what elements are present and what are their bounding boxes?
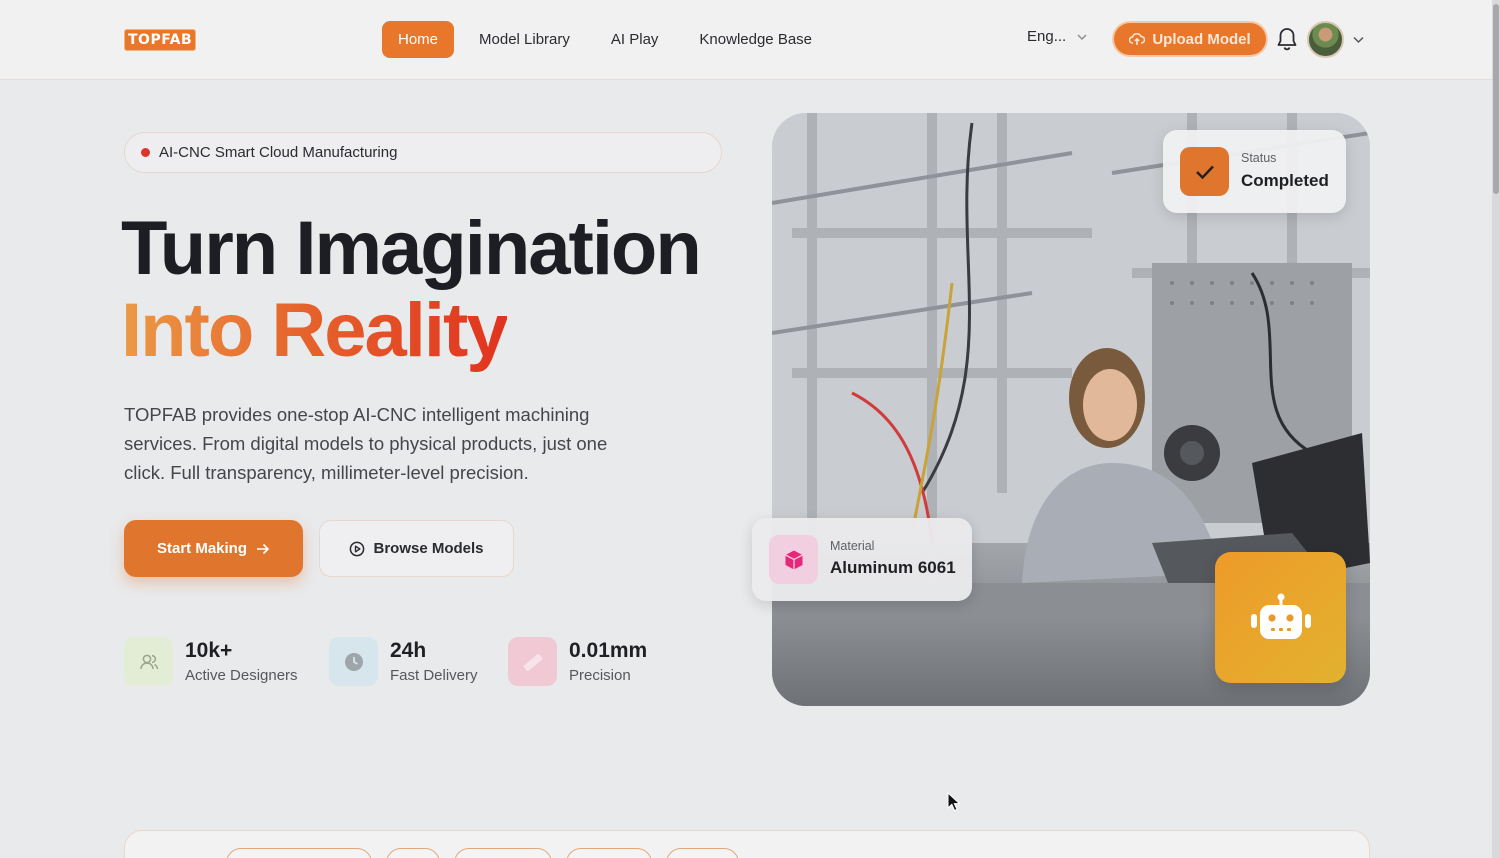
cloud-upload-icon — [1129, 32, 1146, 45]
nav-model-library[interactable]: Model Library — [463, 21, 586, 58]
status-label: Status — [1241, 151, 1277, 165]
clock-icon — [344, 652, 363, 671]
filter-pill[interactable] — [566, 848, 652, 858]
upload-model-button[interactable]: Upload Model — [1114, 23, 1266, 55]
stat-icon-box — [329, 637, 378, 686]
material-label: Material — [830, 539, 875, 553]
stat-delivery: 24h Fast Delivery — [329, 637, 478, 686]
material-icon-box — [769, 535, 818, 584]
mouse-cursor-icon — [947, 792, 961, 812]
stat-label: Fast Delivery — [390, 667, 478, 684]
hero-badge: AI-CNC Smart Cloud Manufacturing — [124, 132, 722, 173]
filter-pill[interactable] — [454, 848, 552, 858]
nav-knowledge-base[interactable]: Knowledge Base — [683, 21, 828, 58]
avatar[interactable] — [1307, 21, 1344, 58]
scrollbar-thumb[interactable] — [1493, 4, 1499, 194]
scrollbar[interactable] — [1492, 0, 1500, 858]
start-making-button[interactable]: Start Making — [124, 520, 303, 577]
stat-text: 10k+ Active Designers — [185, 637, 298, 684]
category-filter-panel — [124, 830, 1370, 858]
arrow-right-icon — [257, 543, 270, 554]
hero-title-line2: Into Reality — [121, 288, 509, 373]
hero-title-line1: Turn Imagination — [121, 206, 702, 291]
users-icon — [139, 654, 158, 669]
stat-value: 0.01mm — [569, 639, 648, 662]
status-check-box — [1180, 147, 1229, 196]
stat-label: Precision — [569, 667, 631, 684]
language-selector[interactable]: Eng... — [1027, 28, 1088, 45]
ai-assistant-button[interactable] — [1215, 552, 1346, 683]
nav-ai-play[interactable]: AI Play — [595, 21, 675, 58]
cube-icon — [784, 550, 803, 569]
nav-home[interactable]: Home — [382, 21, 455, 58]
play-circle-icon — [350, 541, 365, 556]
bell-icon[interactable] — [1276, 27, 1298, 51]
badge-dot — [141, 148, 150, 157]
hero-description: TOPFAB provides one-stop AI-CNC intellig… — [124, 404, 608, 483]
robot-icon — [1250, 593, 1311, 639]
badge-text: AI-CNC Smart Cloud Manufacturing — [159, 144, 398, 161]
stat-label: Active Designers — [185, 667, 298, 684]
browse-models-label: Browse Models — [373, 540, 484, 557]
filter-pill[interactable] — [386, 848, 440, 858]
material-card: Material Aluminum 6061 — [752, 518, 972, 601]
check-icon — [1195, 165, 1214, 179]
stat-icon-box — [124, 637, 173, 686]
stat-text: 0.01mm Precision — [569, 637, 647, 684]
stat-icon-box — [508, 637, 557, 686]
status-card: Status Completed — [1163, 130, 1346, 213]
chevron-down-icon[interactable] — [1352, 33, 1365, 46]
main-nav: Home Model Library AI Play Knowledge Bas… — [382, 21, 837, 58]
stat-value: 24h — [390, 639, 427, 662]
chevron-down-icon — [1077, 34, 1087, 40]
browse-models-button[interactable]: Browse Models — [319, 520, 514, 577]
stat-precision: 0.01mm Precision — [508, 637, 647, 686]
stat-text: 24h Fast Delivery — [390, 637, 478, 684]
top-header: TOPFAB Home Model Library AI Play Knowle… — [0, 0, 1500, 80]
language-label: Eng... — [1027, 28, 1067, 45]
start-making-label: Start Making — [156, 540, 247, 557]
logo[interactable]: TOPFAB — [124, 29, 197, 51]
ruler-icon — [523, 653, 542, 671]
stat-value: 10k+ — [185, 639, 233, 662]
status-value: Completed — [1241, 171, 1329, 190]
filter-pill[interactable] — [666, 848, 739, 858]
upload-model-label: Upload Model — [1152, 30, 1251, 48]
material-value: Aluminum 6061 — [830, 558, 956, 577]
stat-designers: 10k+ Active Designers — [124, 637, 298, 686]
filter-pill[interactable] — [226, 848, 372, 858]
